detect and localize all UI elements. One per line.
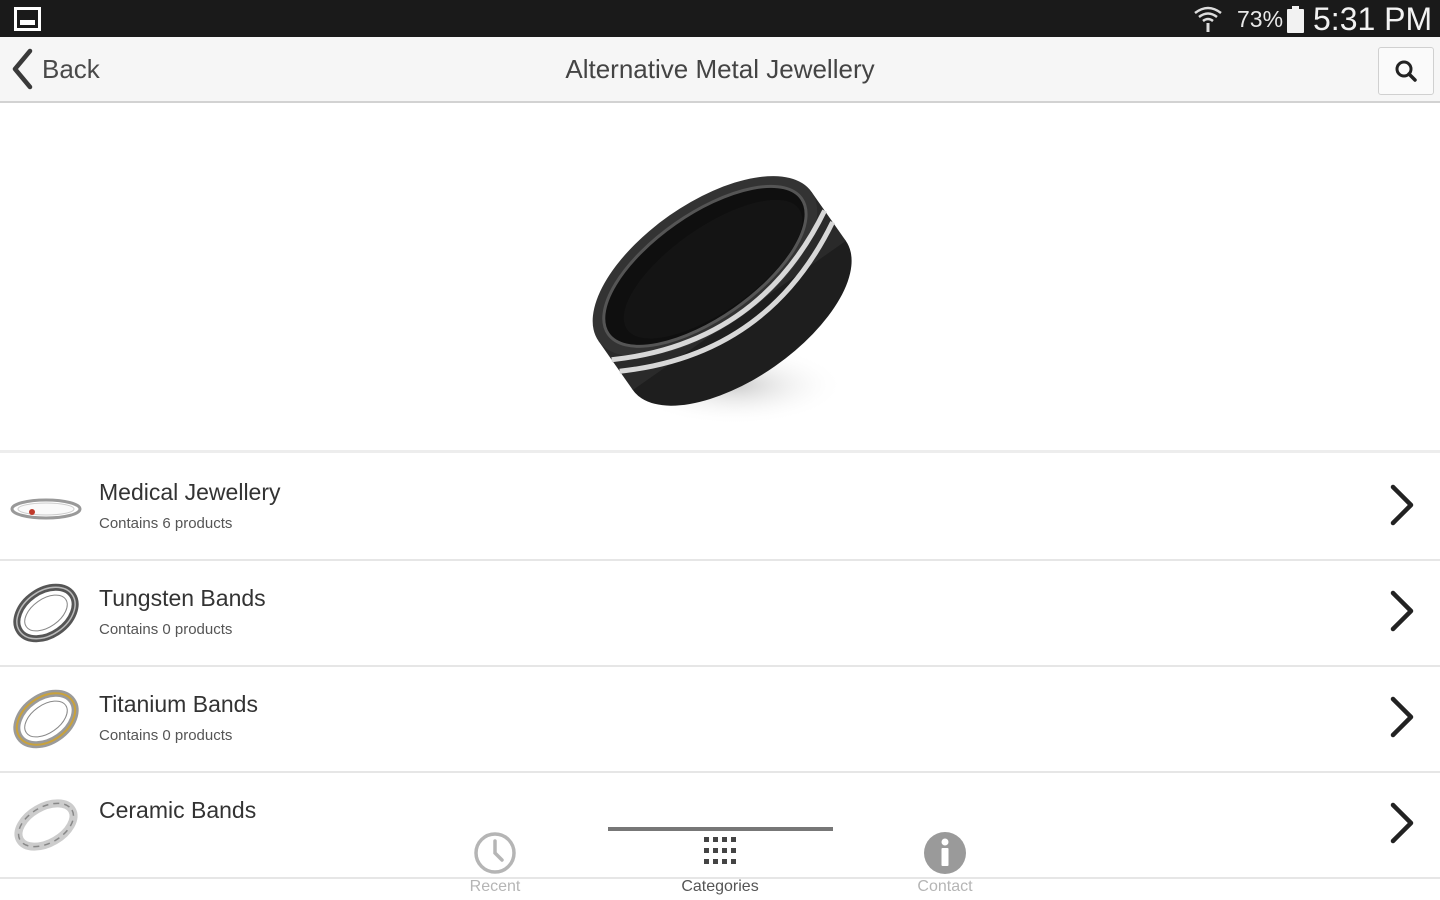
list-item[interactable]: Medical Jewellery Contains 6 products: [0, 455, 1440, 561]
gallery-icon: [14, 7, 41, 31]
category-list: Medical Jewellery Contains 6 products Tu…: [0, 455, 1440, 879]
tab-label: Recent: [469, 878, 521, 895]
category-product-count: Contains 6 products: [99, 515, 233, 532]
medical-bracelet-thumbnail: [10, 498, 82, 520]
chevron-right-icon: [1390, 484, 1414, 526]
search-button[interactable]: [1378, 47, 1434, 95]
ring-image: [592, 176, 852, 425]
category-name: Tungsten Bands: [99, 585, 266, 611]
tab-categories[interactable]: Categories: [630, 822, 810, 900]
chevron-right-icon: [1390, 696, 1414, 738]
grid-icon: [704, 837, 736, 864]
list-item[interactable]: Tungsten Bands Contains 0 products: [0, 561, 1440, 667]
tungsten-ring-thumbnail: [13, 583, 79, 643]
app-header: Back Alternative Metal Jewellery: [0, 37, 1440, 103]
battery-percent: 73%: [1237, 6, 1284, 32]
tab-label: Categories: [681, 878, 759, 895]
status-bar: 73% 5:31 PM: [0, 0, 1440, 37]
clock-icon: [474, 832, 516, 874]
category-name: Ceramic Bands: [99, 797, 257, 823]
bottom-tab-bar: Recent Categories Contact: [0, 822, 1440, 900]
list-item[interactable]: Titanium Bands Contains 0 products: [0, 667, 1440, 773]
category-product-count: Contains 0 products: [99, 621, 233, 638]
page-title: Alternative Metal Jewellery: [565, 54, 875, 84]
category-name: Medical Jewellery: [99, 479, 281, 505]
tab-label: Contact: [917, 878, 973, 895]
category-name: Titanium Bands: [99, 691, 258, 717]
category-hero-image: [0, 105, 1440, 453]
tab-contact[interactable]: Contact: [855, 822, 1035, 900]
info-icon: [924, 832, 966, 874]
chevron-right-icon: [1390, 590, 1414, 632]
titanium-ring-thumbnail: [13, 689, 79, 749]
battery-icon: [1287, 6, 1304, 33]
tab-recent[interactable]: Recent: [405, 822, 585, 900]
wifi-icon: [1194, 6, 1222, 32]
clock: 5:31 PM: [1313, 1, 1433, 37]
category-product-count: Contains 0 products: [99, 727, 233, 744]
search-icon: [1395, 60, 1417, 82]
